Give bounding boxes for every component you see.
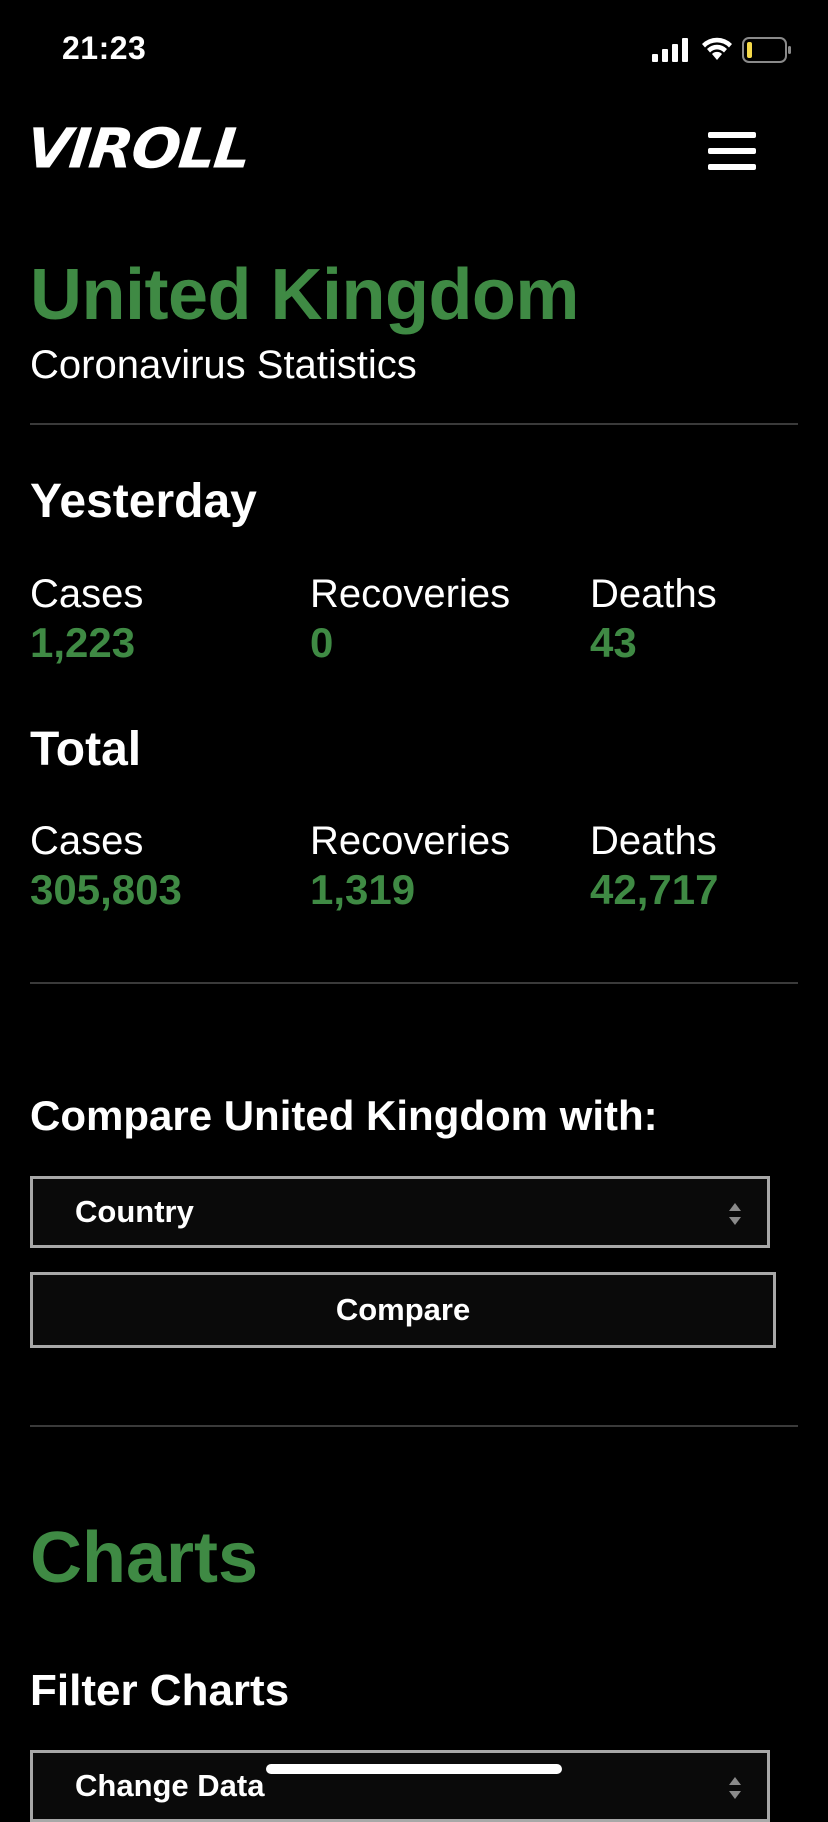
- stat-label: Recoveries: [310, 819, 511, 863]
- battery-icon: [742, 37, 791, 63]
- divider: [30, 423, 798, 425]
- stat-value: 1,319: [310, 866, 416, 913]
- stat-label: Deaths: [590, 819, 717, 863]
- stat-label: Cases: [30, 819, 144, 863]
- country-select-value: Country: [75, 1194, 194, 1229]
- stat-value: 1,223: [30, 619, 136, 666]
- page-title: United Kingdom: [30, 255, 579, 335]
- menu-line: [708, 148, 756, 154]
- stat-value: 305,803: [30, 866, 182, 913]
- charts-title: Charts: [30, 1518, 259, 1598]
- yesterday-cases-stat: Cases 1,223: [30, 570, 300, 668]
- status-bar: 21:23: [0, 0, 828, 100]
- stat-label: Deaths: [590, 572, 717, 616]
- yesterday-recoveries-stat: Recoveries 0: [310, 570, 580, 668]
- stat-value: 42,717: [590, 866, 719, 913]
- menu-line: [708, 164, 756, 170]
- total-cases-stat: Cases 305,803: [30, 817, 300, 915]
- yesterday-deaths-stat: Deaths 43: [590, 570, 820, 668]
- stat-label: Cases: [30, 572, 144, 616]
- hamburger-menu-icon[interactable]: [700, 128, 756, 176]
- divider: [30, 982, 798, 984]
- wifi-icon: [702, 37, 732, 60]
- stat-value: 43: [590, 619, 637, 666]
- select-arrows-icon: [729, 1777, 741, 1799]
- compare-heading: Compare United Kingdom with:: [30, 1092, 658, 1139]
- change-data-select[interactable]: Change Data: [30, 1750, 770, 1822]
- yesterday-heading: Yesterday: [30, 475, 257, 528]
- stat-label: Recoveries: [310, 572, 511, 616]
- select-arrows-icon: [729, 1203, 741, 1225]
- total-heading: Total: [30, 723, 142, 776]
- logo[interactable]: VIROLL: [23, 116, 252, 181]
- signal-icon: [652, 38, 688, 62]
- divider: [30, 1425, 798, 1427]
- stat-value: 0: [310, 619, 334, 666]
- country-select[interactable]: Country: [30, 1176, 770, 1248]
- home-indicator[interactable]: [266, 1764, 562, 1774]
- menu-line: [708, 132, 756, 138]
- change-data-select-value: Change Data: [75, 1768, 265, 1803]
- compare-button[interactable]: Compare: [30, 1272, 776, 1348]
- total-recoveries-stat: Recoveries 1,319: [310, 817, 580, 915]
- page-subtitle: Coronavirus Statistics: [30, 343, 417, 387]
- status-time: 21:23: [62, 30, 147, 66]
- filter-charts-heading: Filter Charts: [30, 1666, 290, 1715]
- total-deaths-stat: Deaths 42,717: [590, 817, 820, 915]
